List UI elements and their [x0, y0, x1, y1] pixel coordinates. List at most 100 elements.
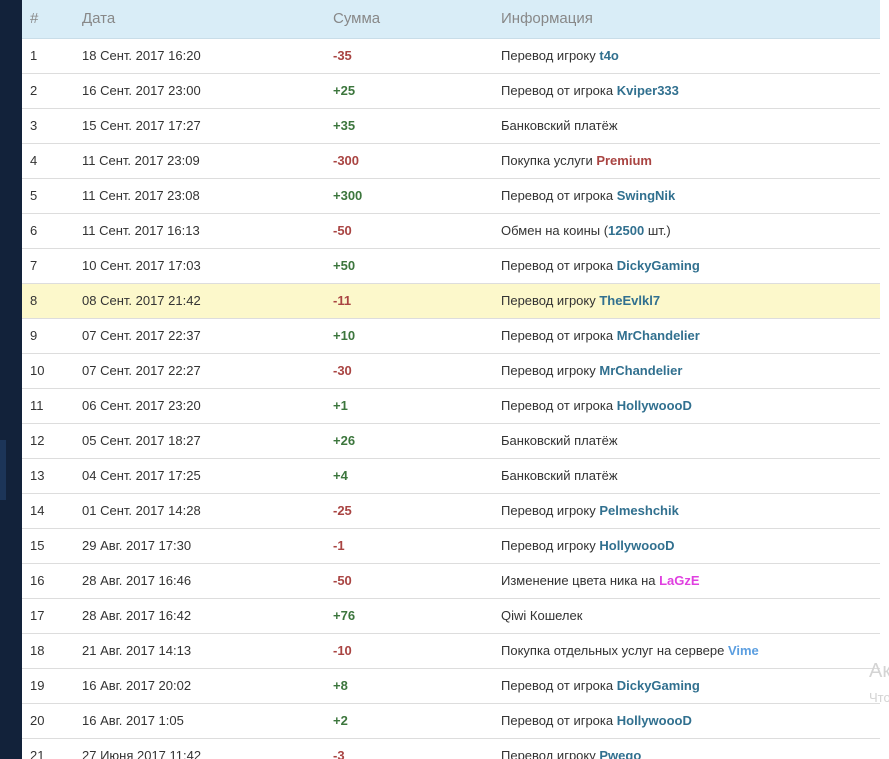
row-info-cell: Перевод игроку t4o	[493, 37, 880, 73]
table-row: 7 10 Сент. 2017 17:03 +50 Перевод от игрока…	[22, 247, 880, 283]
row-amount-cell: +2	[325, 702, 493, 738]
row-date: 28 Авг. 2017 16:46	[74, 562, 325, 598]
table-row: 1 18 Сент. 2017 16:20 -35 Перевод игроку t4…	[22, 37, 880, 73]
row-number: 3	[22, 107, 74, 143]
row-info-text: Перевод от игрока	[501, 83, 617, 98]
row-info-text: Перевод игроку	[501, 748, 600, 759]
table-row: 14 01 Сент. 2017 14:28 -25 Перевод игроку P…	[22, 492, 880, 528]
row-info-name-link[interactable]: SwingNik	[617, 188, 676, 203]
row-amount: -11	[333, 293, 352, 308]
row-info-cell: Перевод игроку Pelmeshchik	[493, 492, 880, 528]
table-row: 11 06 Сент. 2017 23:20 +1 Перевод от игрока…	[22, 387, 880, 423]
row-date: 07 Сент. 2017 22:27	[74, 352, 325, 388]
table-row: 20 16 Авг. 2017 1:05 +2 Перевод от игрока H…	[22, 702, 880, 738]
row-info-name-link[interactable]: MrChandelier	[617, 328, 700, 343]
row-date: 11 Сент. 2017 16:13	[74, 212, 325, 248]
row-info-name-link[interactable]: t4o	[599, 48, 619, 63]
column-header-sum[interactable]: Сумма	[325, 0, 493, 39]
row-amount-cell: +8	[325, 667, 493, 703]
row-info-cell: Перевод от игрока Kviper333	[493, 72, 880, 108]
row-info-name-link[interactable]: HollywoooD	[599, 538, 674, 553]
row-info-cell: Банковский платёж	[493, 422, 880, 458]
row-info-name-link[interactable]: LaGzE	[659, 573, 699, 588]
row-info-name-link[interactable]: DickyGaming	[617, 678, 700, 693]
row-amount: -3	[333, 748, 345, 759]
row-info-text: Перевод игроку	[501, 293, 600, 308]
row-amount: -30	[333, 363, 352, 378]
table-row: 10 07 Сент. 2017 22:27 -30 Перевод игроку M…	[22, 352, 880, 388]
row-info-text: Перевод игроку	[501, 503, 600, 518]
row-date: 11 Сент. 2017 23:09	[74, 142, 325, 178]
row-info-name-link[interactable]: Vime	[728, 643, 759, 658]
row-number: 2	[22, 72, 74, 108]
table-row: 18 21 Авг. 2017 14:13 -10 Покупка отдельных…	[22, 632, 880, 668]
row-amount-cell: -50	[325, 562, 493, 598]
row-number: 15	[22, 527, 74, 563]
row-info-name-link[interactable]: MrChandelier	[599, 363, 682, 378]
row-date: 01 Сент. 2017 14:28	[74, 492, 325, 528]
row-info-cell: Банковский платёж	[493, 457, 880, 493]
column-header-info[interactable]: Информация	[493, 0, 880, 39]
row-date: 04 Сент. 2017 17:25	[74, 457, 325, 493]
column-header-date[interactable]: Дата	[74, 0, 325, 39]
row-info-cell: Изменение цвета ника на LaGzE	[493, 562, 880, 598]
row-info-text: Перевод от игрока	[501, 328, 617, 343]
row-amount-cell: -30	[325, 352, 493, 388]
left-background-strip	[0, 0, 22, 759]
row-amount: +50	[333, 258, 356, 273]
row-info-name-link[interactable]: DickyGaming	[617, 258, 700, 273]
row-info-cell: Обмен на коины (12500 шт.)	[493, 212, 880, 248]
row-info-cell: Банковский платёж	[493, 107, 880, 143]
table-row: 6 11 Сент. 2017 16:13 -50 Обмен на коины (1…	[22, 212, 880, 248]
row-date: 06 Сент. 2017 23:20	[74, 387, 325, 423]
row-info-name-link[interactable]: TheEvlkl7	[599, 293, 660, 308]
row-info-text: Перевод от игрока	[501, 713, 617, 728]
row-number: 16	[22, 562, 74, 598]
row-number: 5	[22, 177, 74, 213]
row-info-text: Покупка отдельных услуг на сервере	[501, 643, 728, 658]
row-amount-cell: +35	[325, 107, 493, 143]
row-number: 9	[22, 317, 74, 353]
row-number: 7	[22, 247, 74, 283]
row-info-cell: Покупка отдельных услуг на сервере Vime	[493, 632, 880, 668]
row-amount-cell: -10	[325, 632, 493, 668]
row-info-name-link[interactable]: Premium	[596, 153, 652, 168]
row-amount: +300	[333, 188, 363, 203]
row-info-cell: Qiwi Кошелек	[493, 597, 880, 633]
row-info-name-link[interactable]: HollywoooD	[617, 713, 692, 728]
table-row: 12 05 Сент. 2017 18:27 +26 Банковский платё…	[22, 422, 880, 458]
row-number: 19	[22, 667, 74, 703]
table-row: 16 28 Авг. 2017 16:46 -50 Изменение цвета н…	[22, 562, 880, 598]
row-info-name-link[interactable]: 12500	[608, 223, 644, 238]
row-info-cell: Перевод игроку TheEvlkl7	[493, 282, 880, 318]
row-amount: -300	[333, 153, 360, 168]
row-info-name-link[interactable]: HollywoooD	[617, 398, 692, 413]
row-date: 27 Июня 2017 11:42	[74, 737, 325, 759]
column-header-num[interactable]: #	[22, 0, 74, 39]
row-info-text: Перевод от игрока	[501, 258, 617, 273]
table-row: 21 27 Июня 2017 11:42 -3 Перевод игроку Pwe…	[22, 737, 880, 759]
row-amount: -10	[333, 643, 352, 658]
row-number: 21	[22, 737, 74, 759]
row-date: 10 Сент. 2017 17:03	[74, 247, 325, 283]
table-row: 2 16 Сент. 2017 23:00 +25 Перевод от игрока…	[22, 72, 880, 108]
row-info-cell: Перевод от игрока SwingNik	[493, 177, 880, 213]
row-number: 14	[22, 492, 74, 528]
row-info-name-link[interactable]: Kviper333	[617, 83, 679, 98]
row-info-name-link[interactable]: Pelmeshchik	[599, 503, 679, 518]
row-info-name-link[interactable]: Pwego	[599, 748, 641, 759]
row-info-cell: Перевод игроку HollywoooD	[493, 527, 880, 563]
table-body: 1 18 Сент. 2017 16:20 -35 Перевод игроку t4…	[22, 37, 880, 759]
row-amount: +35	[333, 118, 356, 133]
row-amount: +2	[333, 713, 348, 728]
row-date: 08 Сент. 2017 21:42	[74, 282, 325, 318]
row-info-text: Обмен на коины (	[501, 223, 609, 238]
row-info-text: Перевод игроку	[501, 48, 600, 63]
row-info-cell: Перевод от игрока DickyGaming	[493, 667, 880, 703]
row-amount-cell: +4	[325, 457, 493, 493]
table-row: 3 15 Сент. 2017 17:27 +35 Банковский платёж	[22, 107, 880, 143]
row-number: 8	[22, 282, 74, 318]
row-info-text: Перевод игроку	[501, 363, 600, 378]
row-date: 28 Авг. 2017 16:42	[74, 597, 325, 633]
row-amount-cell: -3	[325, 737, 493, 759]
